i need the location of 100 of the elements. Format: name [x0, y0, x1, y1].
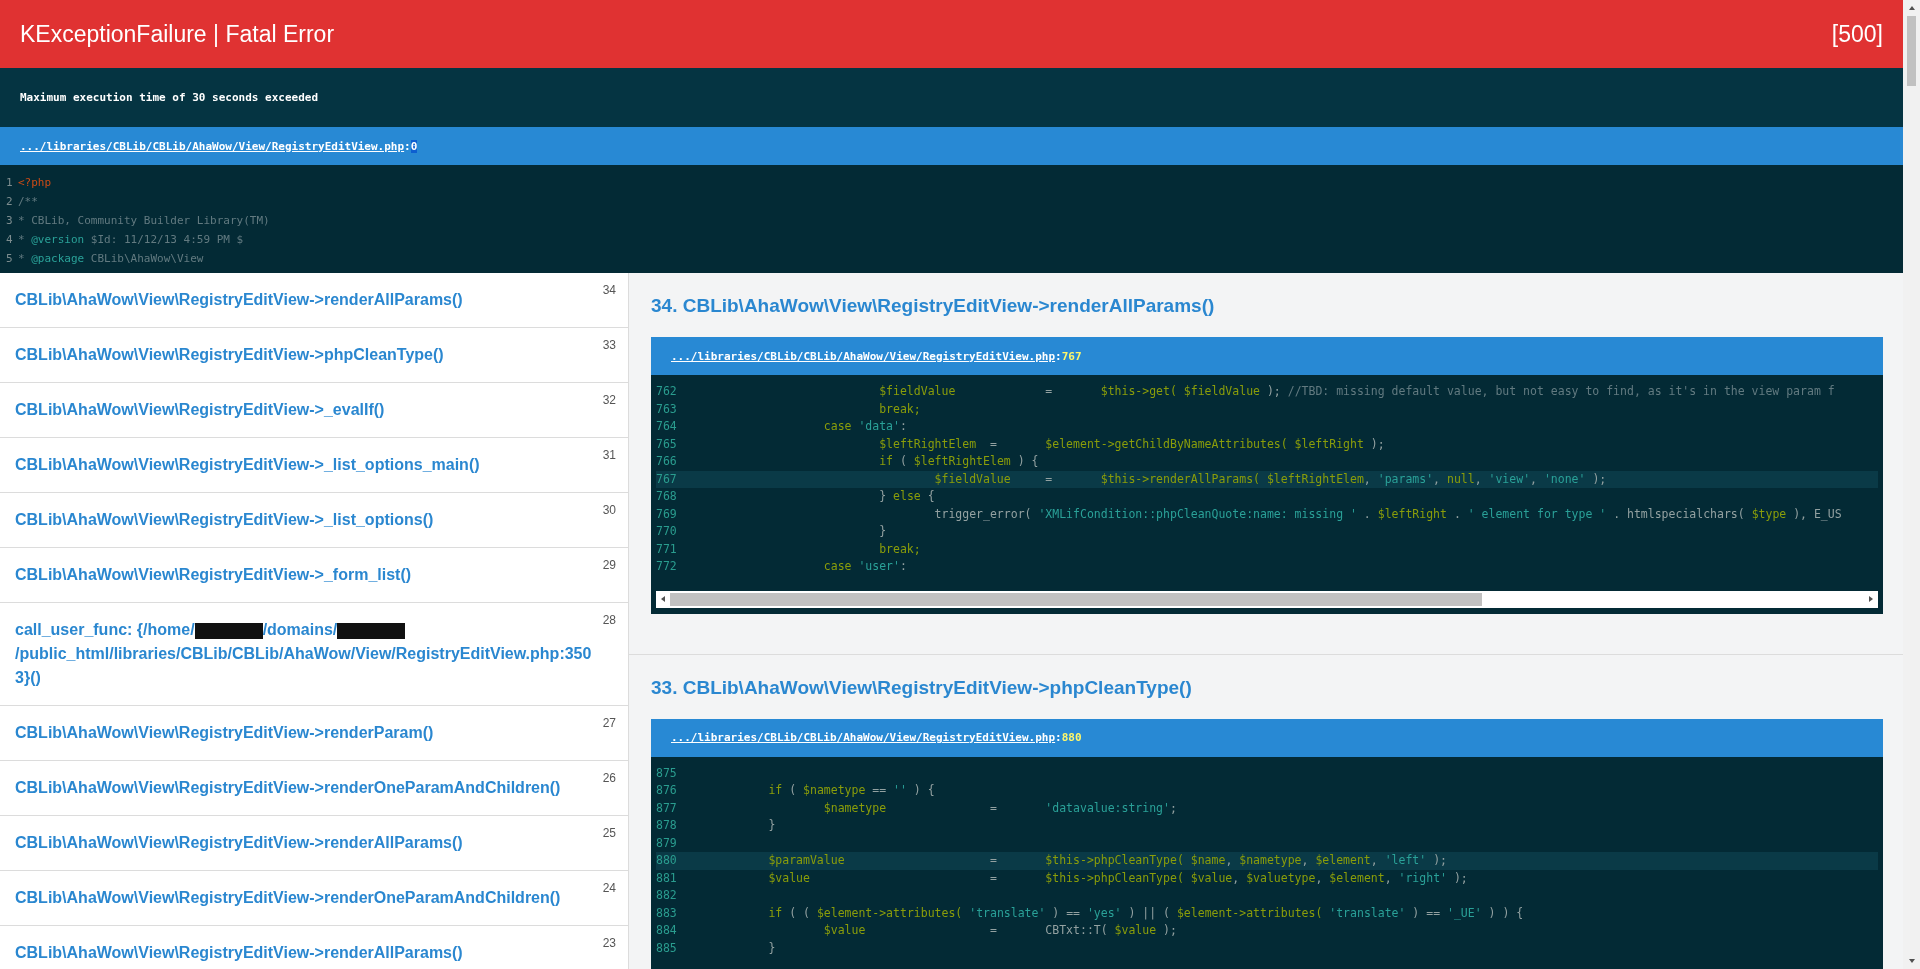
stack-frame-link[interactable]: CBLib\AhaWow\View\RegistryEditView->renderAllParams() — [15, 941, 594, 965]
code-line: $value = CBTxt::T( $value ); — [822, 922, 1178, 939]
line-number: 763 — [656, 400, 678, 418]
stack-item[interactable]: CBLib\AhaWow\View\RegistryEditView->renderOneParamAndChildren() 24 — [0, 871, 628, 926]
scroll-down-icon[interactable] — [1907, 957, 1916, 965]
stack-item[interactable]: CBLib\AhaWow\View\RegistryEditView->_list_options() 30 — [0, 493, 628, 548]
page-scrollbar[interactable] — [1903, 0, 1920, 969]
code-line: * @version $Id: 11/12/13 4:59 PM $ — [18, 232, 244, 248]
line-number: 878 — [656, 817, 678, 834]
frame-index: 23 — [602, 936, 616, 950]
scroll-thumb[interactable] — [1907, 16, 1916, 86]
stack-frame-link[interactable]: CBLib\AhaWow\View\RegistryEditView->renderAllParams() — [15, 831, 594, 855]
line-number: 881 — [656, 869, 678, 887]
code-line: * @package CBLib\AhaWow\View — [18, 251, 204, 267]
frame-index: 28 — [602, 613, 616, 627]
line-number: 3 — [6, 213, 14, 229]
line-number: 764 — [656, 418, 678, 435]
line-number: 877 — [656, 799, 678, 817]
frame-index: 27 — [602, 716, 616, 730]
scroll-up-icon[interactable] — [1907, 4, 1916, 12]
stack-frame-link[interactable]: CBLib\AhaWow\View\RegistryEditView->renderParam() — [15, 721, 594, 745]
stack-frame-link[interactable]: CBLib\AhaWow\View\RegistryEditView->renderOneParamAndChildren() — [15, 776, 594, 800]
line-number: 882 — [656, 887, 678, 904]
stack-item[interactable]: CBLib\AhaWow\View\RegistryEditView->renderOneParamAndChildren() 26 — [0, 761, 628, 816]
frame-index: 32 — [602, 393, 616, 407]
code-line: trigger_error( 'XMLifCondition::phpCleanQuote:name: missing ' . $leftRight . ' element for type ' . htmlspecialchars( $type ), E_US — [933, 505, 1843, 523]
frame-heading: 34. CBLib\AhaWow\View\RegistryEditView->renderAllParams() — [651, 295, 1216, 317]
line-number: 762 — [656, 383, 678, 400]
code-line: if ( ( $element->attributes( 'translate' ) == 'yes' ) || ( $element->attributes( 'translate' ) == '_UE' ) ) { — [767, 904, 1525, 922]
code-line: } — [878, 523, 888, 540]
frame-index: 25 — [602, 826, 616, 840]
line-number: 772 — [656, 558, 678, 575]
line-number: 875 — [656, 764, 678, 782]
status-code: [500] — [1831, 20, 1883, 48]
code-line: $value = $this->phpCleanType( $value, $valuetype, $element, 'right' ); — [767, 869, 1469, 887]
error-title: KExceptionFailure | Fatal Error — [20, 20, 335, 48]
frame-heading: 33. CBLib\AhaWow\View\RegistryEditView->phpCleanType() — [651, 676, 1193, 699]
scroll-left-icon[interactable] — [659, 595, 667, 603]
frame-index: 34 — [602, 283, 616, 297]
stack-item[interactable]: CBLib\AhaWow\View\RegistryEditView->_evalIf() 32 — [0, 383, 628, 438]
code-line: $leftRightElem = $element->getChildByNameAttributes( $leftRight ); — [878, 435, 1386, 453]
file-path-link[interactable]: .../libraries/CBLib/CBLib/AhaWow/View/RegistryEditView.php — [20, 139, 405, 153]
stack-frame-link[interactable]: CBLib\AhaWow\View\RegistryEditView->renderOneParamAndChildren() — [15, 886, 594, 910]
scroll-right-icon[interactable] — [1867, 595, 1875, 603]
line-number: 771 — [656, 540, 678, 558]
code-line: $nametype = 'datavalue:string'; — [822, 799, 1178, 817]
stack-frame-link[interactable]: CBLib\AhaWow\View\RegistryEditView->phpCleanType() — [15, 343, 594, 367]
code-line: /** — [18, 194, 38, 210]
frame-index: 24 — [602, 881, 616, 895]
line-number: 770 — [656, 523, 678, 540]
code-line: break; — [878, 400, 922, 418]
code-line: if ( $nametype == '' ) { — [767, 782, 936, 799]
stack-item[interactable]: call_user_func: {/home/ /domains/ /public_html/libraries/CBLib/CBLib/AhaWow/View/RegistryEditView.php:3503}() 28 — [0, 603, 628, 706]
frame-index: 33 — [602, 338, 616, 352]
stack-item[interactable]: CBLib\AhaWow\View\RegistryEditView->_list_options_main() 31 — [0, 438, 628, 493]
line-number: 1 — [6, 175, 14, 191]
code-line: * CBLib, Community Builder Library(TM) — [18, 213, 270, 229]
stack-frame-link[interactable]: CBLib\AhaWow\View\RegistryEditView->_form_list() — [15, 563, 594, 587]
stack-frame-link[interactable]: CBLib\AhaWow\View\RegistryEditView->_evalIf() — [15, 398, 594, 422]
stack-frame-link[interactable]: call_user_func: {/home/ /domains/ /public_html/libraries/CBLib/CBLib/AhaWow/View/RegistryEditView.php:3503}() — [15, 618, 594, 690]
code-line: } — [767, 939, 777, 957]
line-number: 876 — [656, 782, 678, 799]
line-number: 769 — [656, 505, 678, 523]
code-line: <?php — [18, 175, 52, 191]
stack-item[interactable]: CBLib\AhaWow\View\RegistryEditView->renderAllParams() 34 — [0, 273, 628, 328]
line-number: 879 — [656, 834, 678, 852]
scroll-thumb[interactable] — [670, 592, 1482, 606]
line-number: 5 — [6, 251, 14, 267]
code-line: } — [767, 817, 777, 834]
stack-item[interactable]: CBLib\AhaWow\View\RegistryEditView->renderParam() 27 — [0, 706, 628, 761]
line-number: 4 — [6, 232, 14, 248]
stack-item[interactable]: CBLib\AhaWow\View\RegistryEditView->renderAllParams() 23 — [0, 926, 628, 969]
stack-frame-link[interactable]: CBLib\AhaWow\View\RegistryEditView->_list_options() — [15, 508, 594, 532]
stack-frame-link[interactable]: CBLib\AhaWow\View\RegistryEditView->renderAllParams() — [15, 288, 594, 312]
code-line: break; — [878, 540, 922, 558]
line-number: 766 — [656, 453, 678, 470]
line-number: 2 — [6, 194, 14, 210]
frame-index: 31 — [602, 448, 616, 462]
code-line: case 'user': — [822, 558, 908, 575]
file-path-link[interactable]: .../libraries/CBLib/CBLib/AhaWow/View/RegistryEditView.php — [671, 349, 1056, 363]
line-reference: :0 — [404, 139, 418, 153]
code-line: } else { — [878, 488, 936, 505]
line-number: 880 — [656, 852, 713, 870]
code-line: $fieldValue = $this->get( $fieldValue ); //TBD: missing default value, but not easy to find, as it's in the view param f — [878, 383, 1836, 400]
stack-frame-link[interactable]: CBLib\AhaWow\View\RegistryEditView->_list_options_main() — [15, 453, 594, 477]
file-path-link[interactable]: .../libraries/CBLib/CBLib/AhaWow/View/RegistryEditView.php — [671, 731, 1056, 744]
frame-index: 26 — [602, 771, 616, 785]
stack-item[interactable]: CBLib\AhaWow\View\RegistryEditView->phpCleanType() 33 — [0, 328, 628, 383]
frame-index: 30 — [602, 503, 616, 517]
line-number: 885 — [656, 939, 678, 957]
line-number: 768 — [656, 488, 678, 505]
frame-index: 29 — [602, 558, 616, 572]
code-line: case 'data': — [822, 418, 908, 435]
line-reference: :767 — [1055, 349, 1082, 363]
line-number: 884 — [656, 922, 678, 939]
line-number: 765 — [656, 435, 678, 453]
line-reference: :880 — [1055, 731, 1082, 744]
stack-item[interactable]: CBLib\AhaWow\View\RegistryEditView->_form_list() 29 — [0, 548, 628, 603]
code-line: if ( $leftRightElem ) { — [878, 453, 1040, 470]
stack-item[interactable]: CBLib\AhaWow\View\RegistryEditView->renderAllParams() 25 — [0, 816, 628, 871]
